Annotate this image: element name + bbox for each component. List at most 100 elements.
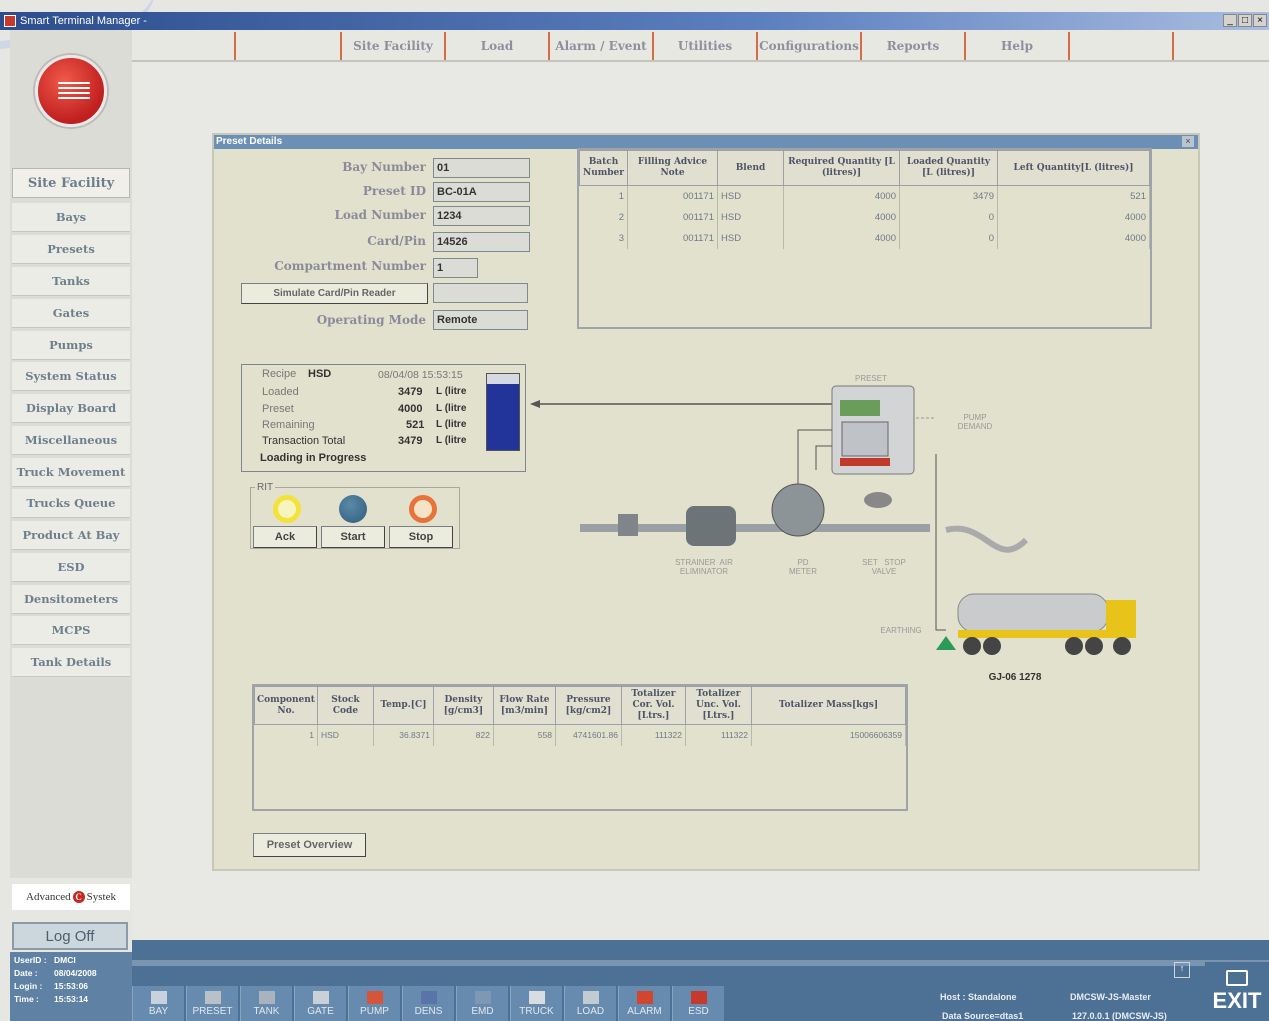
table-row[interactable]: 3 001171 HSD 4000 0 4000 — [579, 227, 1150, 249]
status-strip — [132, 960, 1269, 966]
exit-icon — [1226, 970, 1248, 986]
toolbar-emd-button[interactable]: EMD — [456, 986, 508, 1021]
brand-name-part2: Systek — [86, 891, 116, 903]
batch-cell: 3 — [579, 227, 628, 249]
sidebar-item-pumps[interactable]: Pumps — [12, 331, 130, 360]
toolbar-tank-button[interactable]: TANK — [240, 986, 292, 1021]
card-pin-field[interactable]: 14526 — [433, 232, 530, 252]
card-pin-label: Card/Pin — [367, 234, 426, 248]
start-button[interactable]: Start — [321, 526, 385, 548]
toolbar-pump-button[interactable]: PUMP — [348, 986, 400, 1021]
logoff-button[interactable]: Log Off — [12, 922, 128, 950]
toolbar-truck-button[interactable]: TRUCK — [510, 986, 562, 1021]
date-value: 08/04/2008 — [54, 968, 97, 978]
maximize-button[interactable]: □ — [1238, 14, 1252, 27]
load-number-field[interactable]: 1234 — [433, 206, 530, 226]
emd-icon — [474, 991, 491, 1004]
component-cell: 558 — [493, 724, 556, 746]
panel-close-icon[interactable]: × — [1182, 136, 1194, 147]
batch-cell: 1 — [579, 185, 628, 207]
component-header-temp: Temp.[C] — [372, 686, 434, 725]
component-cell: 4741601.86 — [555, 724, 622, 746]
minimize-button[interactable]: _ — [1223, 14, 1237, 27]
menu-alarm-event[interactable]: Alarm / Event — [548, 32, 652, 60]
ack-button[interactable]: Ack — [253, 526, 317, 548]
menu-help[interactable]: Help — [964, 32, 1068, 60]
window-titlebar: Smart Terminal Manager - _ □ × — [0, 12, 1269, 30]
userid-label: UserID : — [14, 955, 47, 965]
component-header-totunc: Totalizer Unc. Vol. [Ltrs.] — [684, 686, 752, 725]
logo-lines-icon — [58, 82, 90, 104]
tanker-body-icon — [957, 593, 1109, 633]
batch-cell: HSD — [717, 227, 784, 249]
load-number-label: Load Number — [334, 208, 426, 222]
batch-header-required: Required Quantity [L (litres)] — [783, 150, 900, 186]
truck-wheel-icon — [1085, 637, 1103, 655]
table-row[interactable]: 1 001171 HSD 4000 3479 521 — [579, 185, 1150, 207]
menu-reports[interactable]: Reports — [860, 32, 964, 60]
sidebar-item-trucks-queue[interactable]: Trucks Queue — [12, 489, 130, 518]
remaining-label: Remaining — [262, 419, 315, 431]
sidebar-item-presets[interactable]: Presets — [12, 235, 130, 264]
toolbar-bay-button[interactable]: BAY — [132, 986, 184, 1021]
toolbar-preset-button[interactable]: PRESET — [186, 986, 238, 1021]
truck-wheel-icon — [1065, 637, 1083, 655]
toolbar-gate-button[interactable]: GATE — [294, 986, 346, 1021]
batch-cell: 0 — [899, 227, 998, 249]
table-row[interactable]: 2 001171 HSD 4000 0 4000 — [579, 206, 1150, 228]
preset-id-field[interactable]: BC-01A — [433, 182, 530, 202]
host-label: Host : Standalone — [940, 992, 1017, 1002]
preset-tag: PRESET — [854, 374, 887, 383]
stop-button[interactable]: Stop — [389, 526, 453, 548]
sidebar-item-product-at-bay[interactable]: Product At Bay — [12, 521, 130, 550]
compartment-number-field[interactable]: 1 — [433, 258, 478, 278]
batch-cell: 4000 — [997, 227, 1150, 249]
exit-label: EXIT — [1212, 988, 1262, 1013]
sidebar-item-truck-movement[interactable]: Truck Movement — [12, 458, 130, 487]
sidebar-item-gates[interactable]: Gates — [12, 299, 130, 328]
simulate-card-pin-button[interactable]: Simulate Card/Pin Reader — [241, 283, 428, 304]
sidebar-item-miscellaneous[interactable]: Miscellaneous — [12, 426, 130, 455]
batch-cell: HSD — [717, 185, 784, 207]
toolbar-esd-button[interactable]: ESD — [672, 986, 724, 1021]
preset-id-label: Preset ID — [362, 184, 426, 198]
scroll-up-icon[interactable]: ↑ — [1174, 962, 1190, 978]
alarm-icon — [636, 991, 653, 1004]
component-cell: 111322 — [685, 724, 752, 746]
toolbar-dens-button[interactable]: DENS — [402, 986, 454, 1021]
sidebar-item-display-board[interactable]: Display Board — [12, 394, 130, 423]
batch-header-loaded: Loaded Quantity [L (litres)] — [899, 150, 998, 186]
left-navigation: Site Facility Bays Presets Tanks Gates P… — [10, 30, 132, 878]
menu-load[interactable]: Load — [444, 32, 548, 60]
menu-configurations[interactable]: Configurations — [756, 32, 860, 60]
close-window-button[interactable]: × — [1253, 14, 1267, 27]
sidebar-item-system-status[interactable]: System Status — [12, 362, 130, 391]
rit-label: RIT — [255, 482, 276, 493]
toolbar-alarm-button[interactable]: ALARM — [618, 986, 670, 1021]
bay-number-field[interactable]: 01 — [433, 158, 530, 178]
truck-wheel-icon — [983, 637, 1001, 655]
exit-button[interactable]: EXIT — [1205, 962, 1269, 1021]
toolbar-emd-label: EMD — [471, 1006, 494, 1017]
truck-cab-icon — [1106, 600, 1136, 630]
batch-cell: 2 — [579, 206, 628, 228]
sidebar-item-densitometers[interactable]: Densitometers — [12, 585, 130, 614]
sidebar-item-esd[interactable]: ESD — [12, 553, 130, 582]
sidebar-item-tanks[interactable]: Tanks — [12, 267, 130, 296]
sidebar-item-bays[interactable]: Bays — [12, 203, 130, 232]
sidebar-item-tank-details[interactable]: Tank Details — [12, 648, 130, 677]
preset-overview-button[interactable]: Preset Overview — [253, 833, 366, 857]
sidebar-heading[interactable]: Site Facility — [12, 168, 130, 198]
menu-site-facility[interactable]: Site Facility — [340, 32, 444, 60]
data-source-value: 127.0.0.1 (DMCSW-JS) — [1072, 1011, 1167, 1021]
operating-mode-label: Operating Mode — [316, 313, 426, 327]
truck-plate-label: GJ-06 1278 — [988, 672, 1042, 683]
toolbar-load-button[interactable]: LOAD — [564, 986, 616, 1021]
truck-chassis — [958, 630, 1136, 638]
operating-mode-field[interactable]: Remote — [433, 310, 528, 330]
sidebar-item-mcps[interactable]: MCPS — [12, 616, 130, 645]
loaded-value: 3479 — [398, 386, 423, 398]
simulate-card-pin-field[interactable] — [433, 283, 528, 303]
menu-utilities[interactable]: Utilities — [652, 32, 756, 60]
table-row[interactable]: 1 HSD 36.8371 822 558 4741601.86 111322 … — [254, 724, 907, 746]
